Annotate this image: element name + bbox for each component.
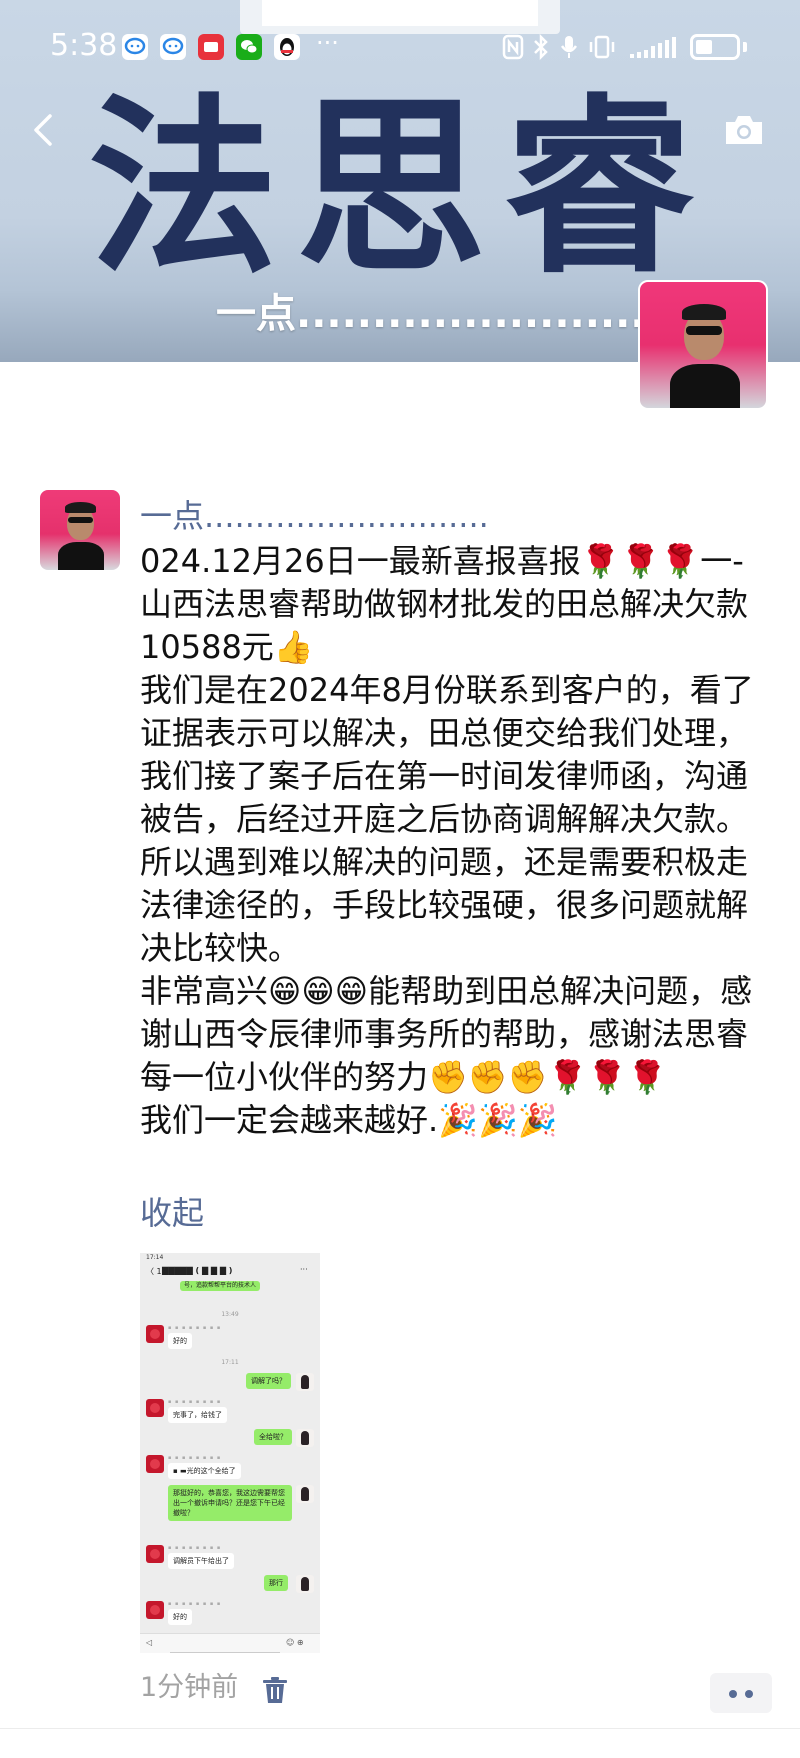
battery-tip	[743, 42, 747, 52]
thumb-bubble-in: 完事了，给钱了	[168, 1407, 227, 1423]
thumb-status-bar: 17:14	[140, 1253, 320, 1263]
thumb-bubble-out: 那挺好的，恭喜您，我这边需要帮您出一个撤诉申请吗？还是您下午已经撤啦？	[168, 1485, 292, 1521]
signal-icon	[628, 34, 682, 68]
thumb-timestamp: 17:11	[221, 1359, 239, 1366]
post-paragraph: 024.12月26日一最新喜报喜报🌹🌹🌹一-山西法思睿帮助做钢材批发的田总解决欠…	[140, 542, 749, 666]
thumb-nickname: ▪ ▪ ▪ ▪ ▪ ▪ ▪ ▪	[168, 1601, 222, 1607]
sunglasses-icon	[68, 517, 93, 523]
collapse-link[interactable]: 收起	[140, 1193, 204, 1233]
thumb-nickname: ▪ ▪ ▪ ▪ ▪ ▪ ▪ ▪	[168, 1455, 222, 1461]
camera-icon[interactable]	[722, 112, 766, 148]
trash-icon[interactable]	[262, 1676, 288, 1704]
microphone-icon	[560, 34, 578, 68]
thumb-input-bar: ◁ ☺ ⊕	[140, 1633, 320, 1653]
status-bar: 5:38 ···	[0, 22, 800, 72]
bluetooth-icon	[532, 33, 550, 68]
post-paragraph: 我们一定会越来越好.🎉🎉🎉	[140, 1101, 558, 1139]
thumb-avatar	[296, 1485, 314, 1503]
avatar-hair	[65, 502, 96, 513]
more-dot	[729, 1690, 737, 1698]
sunglasses-icon	[686, 326, 722, 335]
nfc-icon	[502, 34, 524, 68]
vibrate-icon	[588, 34, 616, 68]
qq-chat-icon	[122, 34, 148, 60]
thumb-voice-icon: ◁	[146, 1638, 153, 1647]
more-dot	[745, 1690, 753, 1698]
thumb-avatar	[296, 1429, 314, 1447]
wechat-icon	[236, 34, 262, 60]
thumb-input-line	[170, 1652, 280, 1653]
qq-chat-icon	[160, 34, 186, 60]
thumb-nickname: ▪ ▪ ▪ ▪ ▪ ▪ ▪ ▪	[168, 1545, 222, 1551]
cover-title: 法思睿	[87, 76, 712, 299]
thumb-nickname: ▪ ▪ ▪ ▪ ▪ ▪ ▪ ▪	[168, 1399, 222, 1405]
thumb-avatar	[146, 1325, 164, 1343]
avatar-hair	[682, 304, 726, 320]
thumb-avatar	[296, 1575, 314, 1593]
divider	[0, 1728, 800, 1729]
thumb-avatar	[146, 1455, 164, 1473]
thumb-bubble-in: ▪ ▬光的这个全给了	[168, 1463, 241, 1479]
battery-icon	[690, 34, 740, 60]
thumb-timestamp: 13:49	[221, 1311, 239, 1318]
red-app-icon	[198, 34, 224, 60]
thumb-bubble-out: 号，追款帮帮平台的技术人	[180, 1281, 261, 1291]
thumb-bubble-out: 调解了吗？	[246, 1373, 291, 1389]
thumb-back-label: 〈 1	[146, 1267, 162, 1276]
post-paragraph: 非常高兴😁😁😁能帮助到田总解决问题，感谢山西令辰律师事务所的帮助，感谢法思睿每一…	[140, 972, 753, 1096]
status-time: 5:38	[50, 28, 118, 63]
cover-user-name: 一点..........................	[216, 291, 692, 337]
avatar-figure	[670, 364, 740, 408]
thumb-avatar	[296, 1373, 314, 1391]
thumb-bubble-in: 好的	[168, 1609, 192, 1625]
post-author-avatar[interactable]	[40, 490, 120, 570]
more-actions-button[interactable]	[710, 1673, 772, 1713]
thumb-chat-title: ▇▇▇▇▇ ( ▇ ▇ ▇ )	[162, 1266, 233, 1275]
thumb-avatar	[146, 1399, 164, 1417]
post-author-name[interactable]: 一点............................	[140, 496, 489, 536]
post-paragraph: 所以遇到难以解决的问题，还是需要积极走法律途径的，手段比较强硬，很多问题就解决比…	[140, 843, 749, 967]
thumb-bubble-out: 全给啦？	[254, 1429, 292, 1445]
thumb-bubble-in: 调解员下午给出了	[168, 1553, 234, 1569]
qq-penguin-icon	[274, 34, 300, 60]
thumb-bubble-in: 好的	[168, 1333, 192, 1349]
thumb-emoji-plus-icon: ☺ ⊕	[286, 1638, 304, 1647]
cover-avatar[interactable]	[638, 280, 768, 410]
post-timestamp: 1分钟前	[140, 1672, 239, 1703]
thumb-status-time: 17:14	[146, 1254, 164, 1261]
thumb-bubble-out: 那行	[264, 1575, 288, 1591]
post-text: 024.12月26日一最新喜报喜报🌹🌹🌹一-山西法思睿帮助做钢材批发的田总解决欠…	[140, 540, 758, 1142]
thumb-avatar	[146, 1545, 164, 1563]
thumb-nickname: ▪ ▪ ▪ ▪ ▪ ▪ ▪ ▪	[168, 1325, 222, 1331]
thumb-chat-header: 〈 1 ▇▇▇▇▇ ( ▇ ▇ ▇ ) ···	[140, 1263, 320, 1281]
status-more-indicator: ···	[316, 29, 339, 57]
back-icon[interactable]	[24, 110, 64, 150]
thumb-more-icon: ···	[300, 1265, 308, 1274]
post-paragraph: 我们是在2024年8月份联系到客户的，看了证据表示可以解决，田总便交给我们处理，…	[140, 671, 754, 838]
avatar-figure	[58, 542, 104, 570]
thumb-avatar	[146, 1601, 164, 1619]
post-image-thumbnail[interactable]: 17:14 〈 1 ▇▇▇▇▇ ( ▇ ▇ ▇ ) ··· 号，追款帮帮平台的技…	[140, 1253, 320, 1653]
